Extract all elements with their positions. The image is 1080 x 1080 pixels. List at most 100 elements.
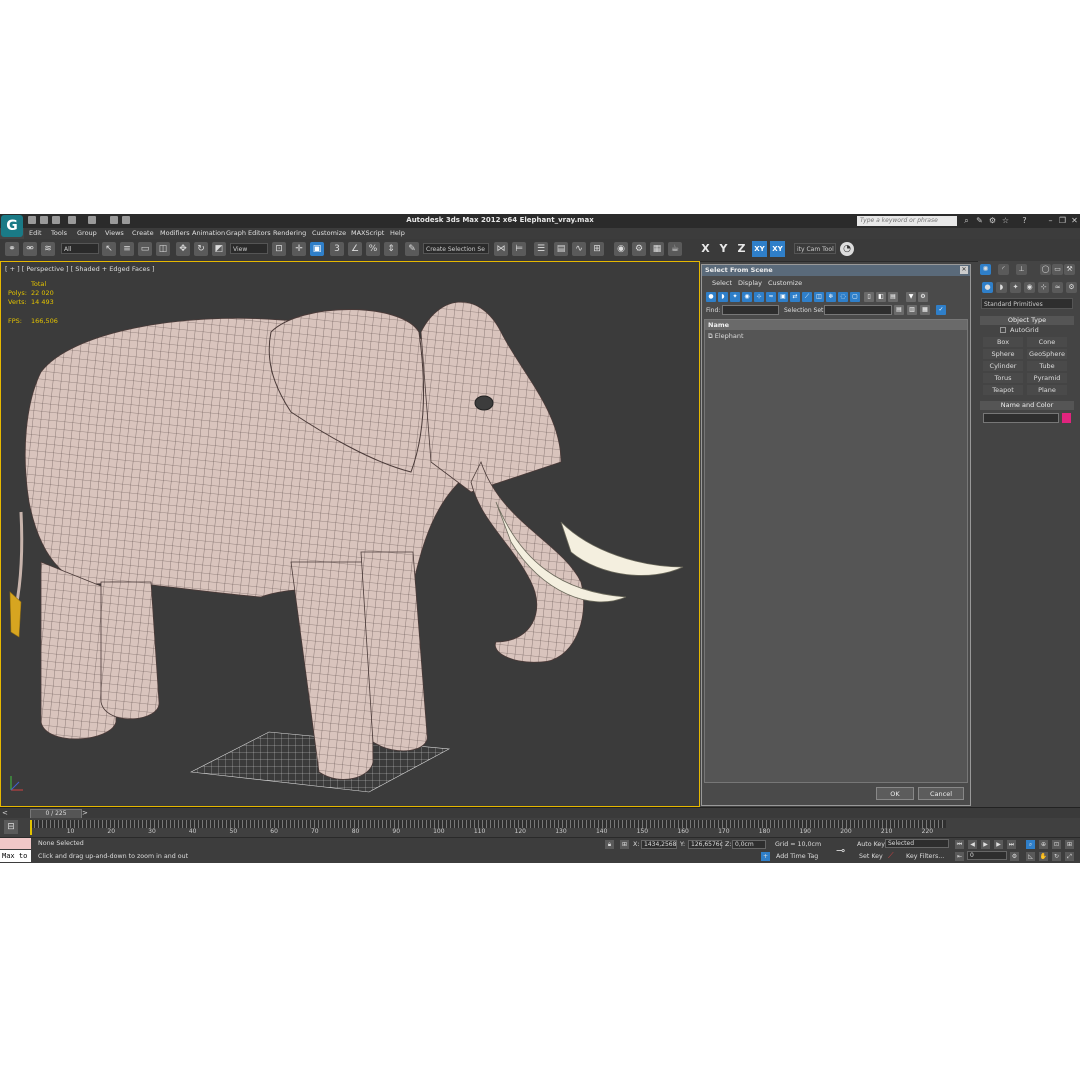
render-setup-icon[interactable]: ⚙ (632, 242, 646, 256)
selection-set-icon-1[interactable]: ▤ (894, 305, 904, 315)
move-icon[interactable]: ✥ (176, 242, 190, 256)
display-geometry-icon[interactable]: ● (706, 292, 716, 302)
close-icon[interactable]: ✕ (1070, 216, 1079, 225)
material-editor-icon[interactable]: ◉ (614, 242, 628, 256)
set-key-icon[interactable]: ⊸ (836, 844, 845, 857)
application-button[interactable]: G (1, 215, 23, 237)
find-input[interactable] (722, 305, 779, 315)
filter-options-icon[interactable]: ⚙ (918, 292, 928, 302)
layer-manager-icon[interactable]: ☰ (534, 242, 548, 256)
go-to-start-icon[interactable]: ⏮ (955, 840, 964, 849)
time-slider-next-icon[interactable]: > (82, 809, 88, 817)
rectangular-selection-icon[interactable]: ▭ (138, 242, 152, 256)
play-icon[interactable]: ▶ (981, 840, 990, 849)
subscription-icon[interactable]: ✎ (975, 216, 984, 225)
menu-graph-editors[interactable]: Graph Editors (226, 229, 271, 237)
rendered-frame-window-icon[interactable]: ▦ (650, 242, 664, 256)
zoom-all-icon[interactable]: ⊕ (1039, 840, 1048, 849)
snap-toggle-icon[interactable]: 3 (330, 242, 344, 256)
axis-constraint-y[interactable]: Y (716, 241, 731, 257)
orbit-icon[interactable]: ↻ (1052, 852, 1061, 861)
selection-set-icon-4[interactable]: ✓ (936, 305, 946, 315)
edit-named-selection-icon[interactable]: ✎ (405, 242, 419, 256)
display-invert-icon[interactable]: ◧ (876, 292, 886, 302)
selection-set-icon-2[interactable]: ▥ (907, 305, 917, 315)
z-coordinate-field[interactable]: 0,0cm (732, 840, 766, 849)
shapes-category-icon[interactable]: ◗ (996, 282, 1007, 293)
modify-tab-icon[interactable]: ◜ (998, 264, 1009, 275)
field-of-view-icon[interactable]: ◺ (1026, 852, 1035, 861)
object-color-swatch[interactable] (1062, 413, 1071, 423)
align-icon[interactable]: ⊨ (512, 242, 526, 256)
elephant-wireframe-model[interactable] (1, 262, 699, 806)
selection-set-icon-3[interactable]: ▦ (920, 305, 930, 315)
axis-constraint-z[interactable]: Z (734, 241, 749, 257)
spinner-snap-icon[interactable]: ⇕ (384, 242, 398, 256)
maximize-viewport-icon[interactable]: ⤢ (1065, 852, 1074, 861)
systems-category-icon[interactable]: ⚙ (1066, 282, 1077, 293)
selection-lock-icon[interactable]: 🔒︎ (605, 840, 614, 849)
absolute-mode-icon[interactable]: ⊞ (620, 840, 629, 849)
lights-category-icon[interactable]: ✦ (1010, 282, 1021, 293)
menu-maxscript[interactable]: MAXScript (351, 229, 384, 237)
add-time-tag[interactable]: Add Time Tag (776, 853, 818, 860)
unlink-icon[interactable]: ⚮ (23, 242, 37, 256)
plane-button[interactable]: Plane (1027, 385, 1067, 395)
named-selection-sets-dropdown[interactable]: Create Selection Se (423, 243, 489, 254)
add-time-tag-icon[interactable]: + (761, 852, 770, 861)
display-space-warps-icon[interactable]: ≈ (766, 292, 776, 302)
menu-rendering[interactable]: Rendering (273, 229, 306, 237)
pivot-center-icon[interactable]: ⊡ (272, 242, 286, 256)
cam-tool-button[interactable]: ity Cam Tool (794, 243, 836, 254)
display-hidden-icon[interactable]: ◌ (838, 292, 848, 302)
dialog-close-icon[interactable]: ✕ (960, 266, 968, 274)
rotate-icon[interactable]: ↻ (194, 242, 208, 256)
geosphere-button[interactable]: GeoSphere (1027, 349, 1067, 359)
cancel-button[interactable]: Cancel (918, 787, 964, 800)
render-teapot-icon[interactable]: ☕ (668, 242, 682, 256)
previous-frame-icon[interactable]: ◀ (968, 840, 977, 849)
pan-view-icon[interactable]: ✋ (1039, 852, 1048, 861)
create-tab-icon[interactable]: ✺ (980, 264, 991, 275)
menu-edit[interactable]: Edit (29, 229, 42, 237)
key-mode-dropdown[interactable]: Selected (885, 839, 949, 848)
display-bones-icon[interactable]: ⟋ (802, 292, 812, 302)
cameras-category-icon[interactable]: ◉ (1024, 282, 1035, 293)
menu-views[interactable]: Views (105, 229, 124, 237)
mirror-icon[interactable]: ⋈ (494, 242, 508, 256)
menu-animation[interactable]: Animation (192, 229, 225, 237)
display-xrefs-icon[interactable]: ⇄ (790, 292, 800, 302)
space-warps-category-icon[interactable]: ≈ (1052, 282, 1063, 293)
favorites-icon[interactable]: ☆ (1001, 216, 1010, 225)
key-mode-toggle-icon[interactable]: ⇤ (955, 852, 964, 861)
autogrid-checkbox[interactable] (1000, 327, 1006, 333)
selection-filter-dropdown[interactable]: All (61, 243, 99, 254)
maxscript-listener-input[interactable]: Max to (0, 850, 31, 862)
current-frame-field[interactable]: 0 (967, 851, 1007, 860)
object-type-rollout[interactable]: Object Type (980, 316, 1074, 325)
name-and-color-rollout[interactable]: Name and Color (980, 401, 1074, 410)
restore-icon[interactable]: ❐ (1058, 216, 1067, 225)
link-icon[interactable]: ⚭ (5, 242, 19, 256)
mini-curve-editor-icon[interactable]: ⊟ (4, 820, 18, 834)
box-button[interactable]: Box (983, 337, 1023, 347)
track-bar[interactable]: ⊟ 10 20 30 40 50 60 70 80 90 100 110 120 130 140 150 16… (0, 818, 1080, 837)
select-all-icon[interactable]: ▤ (888, 292, 898, 302)
time-slider-prev-icon[interactable]: < (2, 809, 8, 817)
pyramid-button[interactable]: Pyramid (1027, 373, 1067, 383)
object-name-input[interactable] (983, 413, 1059, 423)
display-all-icon[interactable]: ▢ (850, 292, 860, 302)
binoculars-icon[interactable]: ⌕ (962, 216, 971, 225)
display-groups-icon[interactable]: ▣ (778, 292, 788, 302)
axis-constraint-xy-cycle[interactable]: XY (770, 241, 785, 257)
menu-create[interactable]: Create (132, 229, 154, 237)
axis-constraint-x[interactable]: X (698, 241, 713, 257)
communication-icon[interactable]: ⚙ (988, 216, 997, 225)
teapot-button[interactable]: Teapot (983, 385, 1023, 395)
dialog-menu-customize[interactable]: Customize (768, 279, 802, 287)
ok-button[interactable]: OK (876, 787, 914, 800)
display-helpers-icon[interactable]: ⊹ (754, 292, 764, 302)
window-crossing-icon[interactable]: ◫ (156, 242, 170, 256)
maxscript-listener-top[interactable] (0, 838, 31, 849)
display-tab-icon[interactable]: ▭ (1052, 264, 1063, 275)
